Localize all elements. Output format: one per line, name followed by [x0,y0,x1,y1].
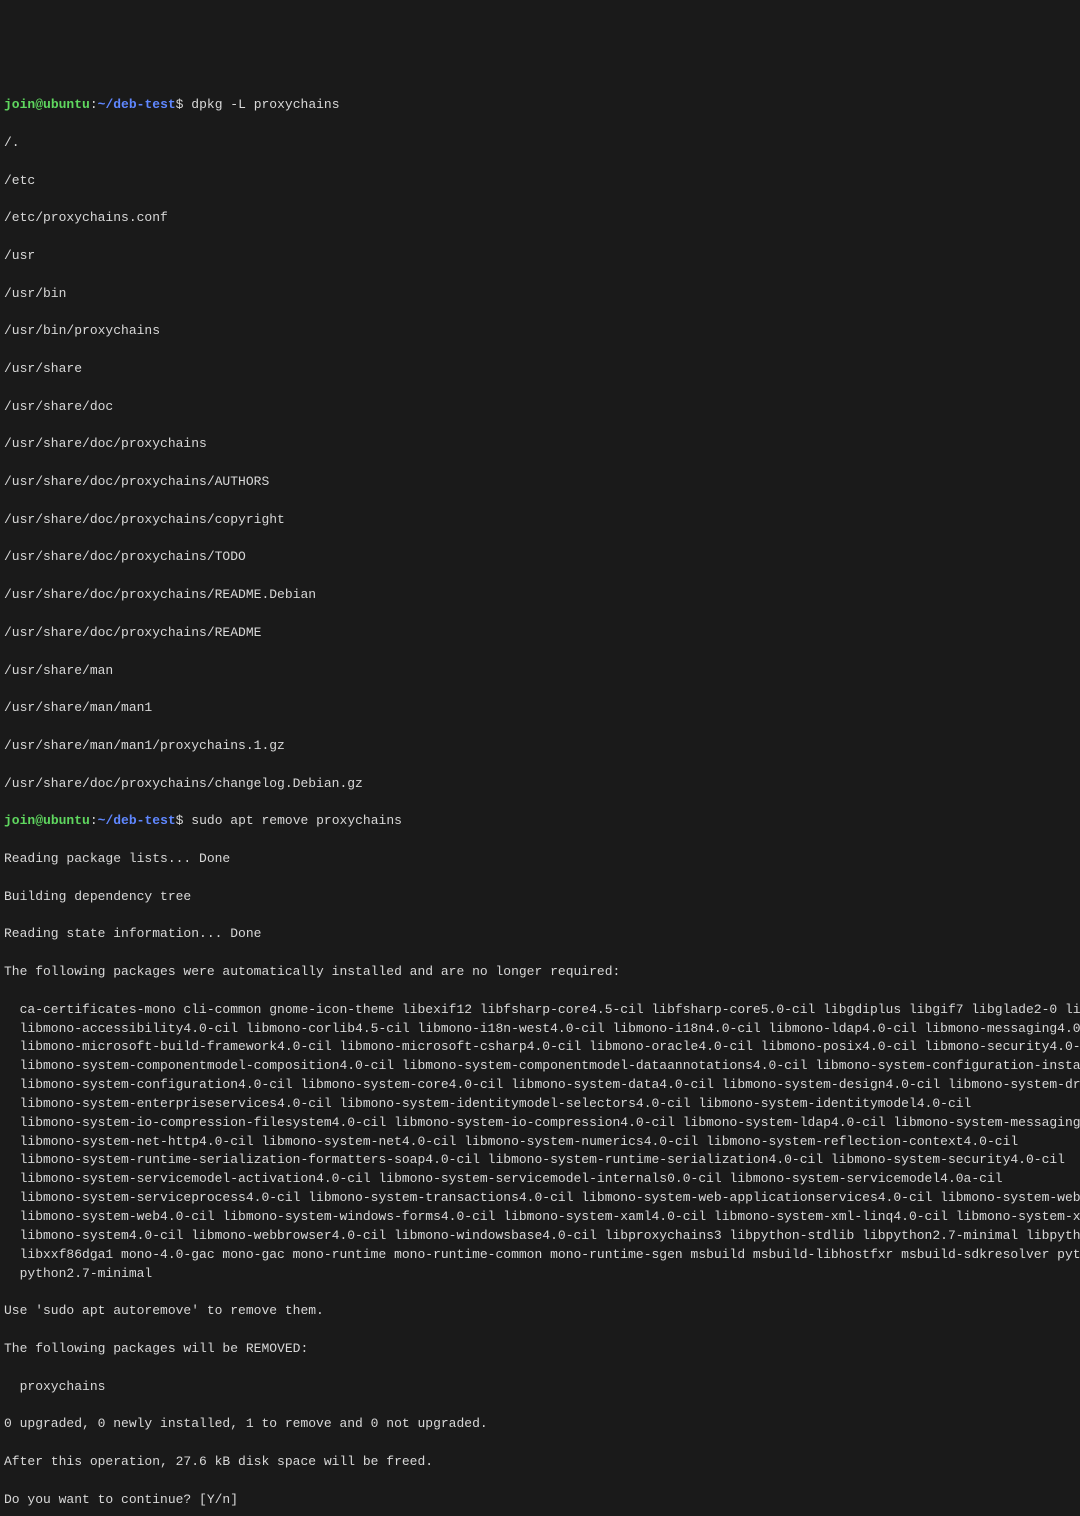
output-line: Reading state information... Done [4,925,1076,944]
prompt-colon: : [90,97,98,112]
output-line: /usr/share/man [4,662,1076,681]
output-line: /usr/share/doc/proxychains/copyright [4,511,1076,530]
prompt-dollar: $ [176,813,184,828]
prompt-user: join [4,813,35,828]
output-line: /usr/bin [4,285,1076,304]
command-apt-remove: sudo apt remove proxychains [191,813,402,828]
output-line: /usr/share/doc/proxychains [4,435,1076,454]
output-line: /etc/proxychains.conf [4,209,1076,228]
output-line: /usr/share/doc/proxychains/AUTHORS [4,473,1076,492]
output-line: After this operation, 27.6 kB disk space… [4,1453,1076,1472]
prompt-user: join [4,97,35,112]
prompt-line-1[interactable]: join@ubuntu:~/deb-test$ dpkg -L proxycha… [4,96,1076,115]
prompt-line-2[interactable]: join@ubuntu:~/deb-test$ sudo apt remove … [4,812,1076,831]
output-line: /usr/share/doc [4,398,1076,417]
command-dpkg: dpkg -L proxychains [191,97,339,112]
apt-remove-package: proxychains [4,1378,1076,1397]
terminal-output: join@ubuntu:~/deb-test$ dpkg -L proxycha… [4,77,1076,1516]
output-line: /usr/share/doc/proxychains/changelog.Deb… [4,775,1076,794]
output-line: /usr/share/man/man1/proxychains.1.gz [4,737,1076,756]
output-line: /. [4,134,1076,153]
output-line: /etc [4,172,1076,191]
output-line: The following packages were automaticall… [4,963,1076,982]
output-line: /usr/bin/proxychains [4,322,1076,341]
prompt-path: ~/deb-test [98,97,176,112]
output-line: The following packages will be REMOVED: [4,1340,1076,1359]
output-line: /usr/share/doc/proxychains/TODO [4,548,1076,567]
output-line: /usr/share [4,360,1076,379]
prompt-path: ~/deb-test [98,813,176,828]
output-line: 0 upgraded, 0 newly installed, 1 to remo… [4,1415,1076,1434]
prompt-colon: : [90,813,98,828]
output-line: /usr/share/man/man1 [4,699,1076,718]
prompt-dollar: $ [176,97,184,112]
output-line: /usr/share/doc/proxychains/README [4,624,1076,643]
output-line: Building dependency tree [4,888,1076,907]
apt-package-list: ca-certificates-mono cli-common gnome-ic… [4,1001,1076,1284]
output-line: /usr/share/doc/proxychains/README.Debian [4,586,1076,605]
prompt-host: ubuntu [43,813,90,828]
prompt-host: ubuntu [43,97,90,112]
output-line: /usr [4,247,1076,266]
output-line: Reading package lists... Done [4,850,1076,869]
output-line: Use 'sudo apt autoremove' to remove them… [4,1302,1076,1321]
prompt-continue[interactable]: Do you want to continue? [Y/n] [4,1491,1076,1510]
prompt-at: @ [35,813,43,828]
prompt-at: @ [35,97,43,112]
